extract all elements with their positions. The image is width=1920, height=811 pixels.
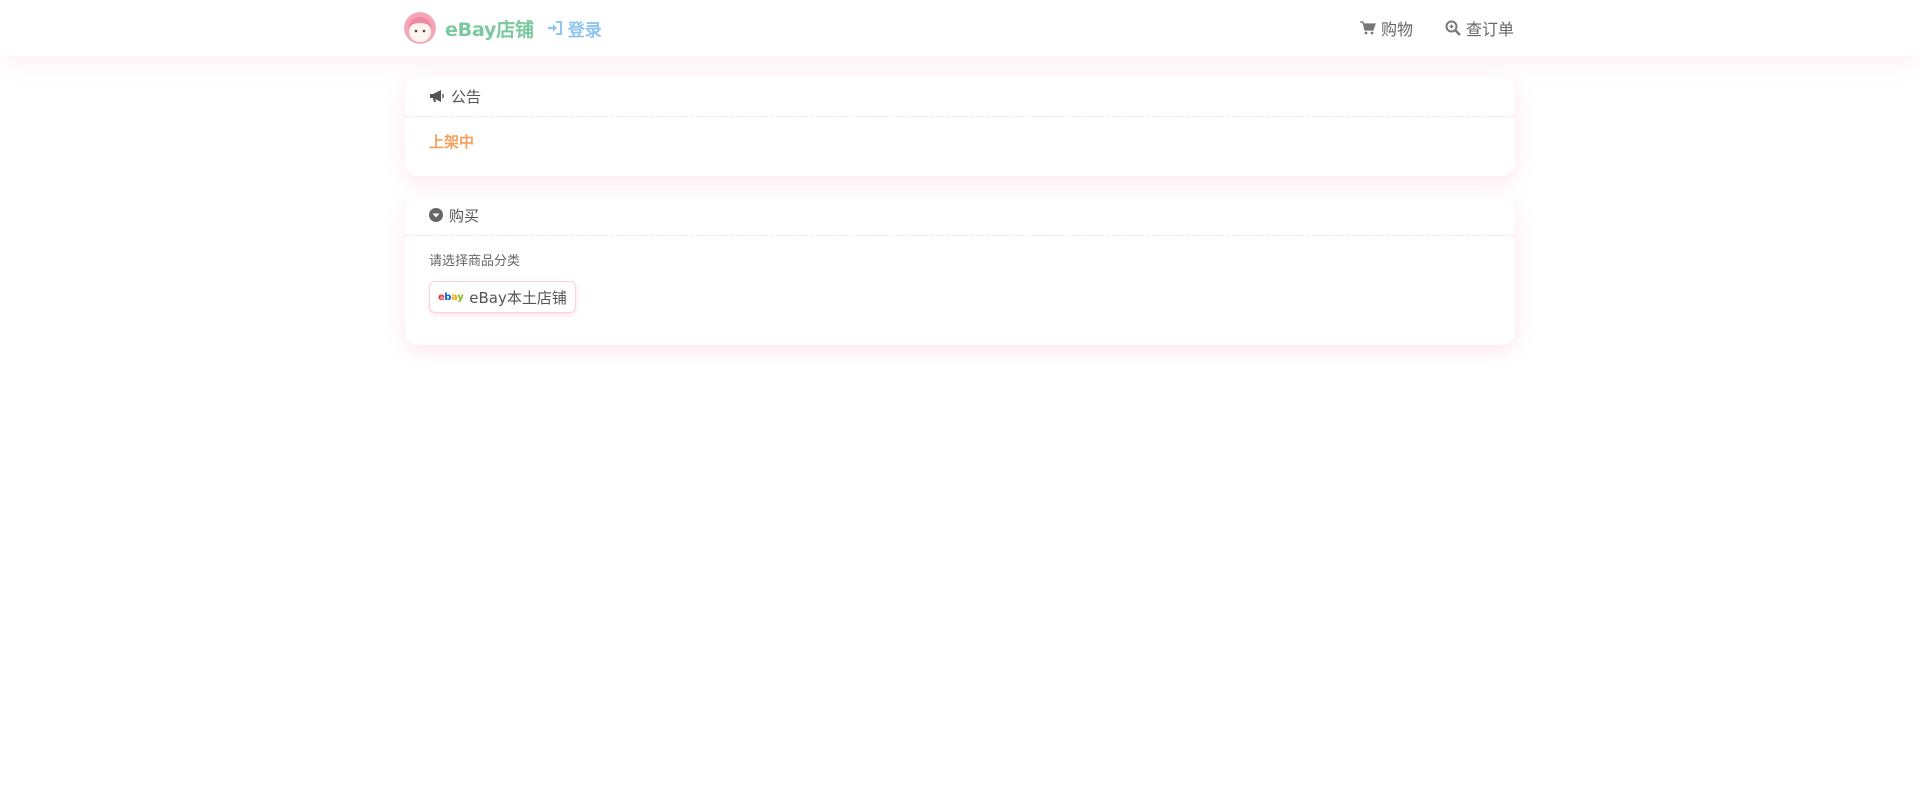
- login-link[interactable]: 登录: [547, 16, 602, 41]
- nav-check-order[interactable]: 查订单: [1445, 16, 1514, 40]
- avatar-logo-icon[interactable]: [404, 12, 436, 44]
- announcement-body: 上架中: [405, 117, 1515, 152]
- purchase-card: 购买 请选择商品分类 ebay eBay本土店铺: [405, 195, 1515, 345]
- search-icon: [1445, 20, 1461, 36]
- login-label: 登录: [567, 20, 602, 41]
- purchase-header: 购买: [405, 195, 1515, 236]
- brand-name[interactable]: eBay店铺: [445, 15, 534, 42]
- purchase-title: 购买: [449, 206, 480, 225]
- top-navbar: eBay店铺 登录 购物 查订单: [0, 0, 1920, 56]
- category-select-label: 请选择商品分类: [429, 254, 521, 269]
- nav-shopping[interactable]: 购物: [1359, 16, 1413, 40]
- chevron-down-circle-icon: [429, 208, 443, 222]
- purchase-body: 请选择商品分类 ebay eBay本土店铺: [405, 236, 1515, 313]
- cart-icon: [1359, 21, 1376, 35]
- nav-check-order-label: 查订单: [1465, 20, 1514, 39]
- announcement-card: 公告 上架中: [405, 76, 1515, 176]
- category-button-ebay[interactable]: ebay eBay本土店铺: [429, 281, 576, 313]
- category-label: eBay本土店铺: [469, 288, 567, 307]
- announcement-title: 公告: [451, 87, 482, 106]
- nav-shopping-label: 购物: [1380, 20, 1413, 39]
- announcement-header: 公告: [405, 76, 1515, 117]
- megaphone-icon: [430, 90, 444, 102]
- announcement-text: 上架中: [429, 133, 475, 151]
- ebay-logo-icon: ebay: [438, 291, 464, 303]
- nav-right: 购物 查订单: [1328, 16, 1514, 40]
- sign-in-icon: [547, 21, 562, 35]
- brand: eBay店铺 登录: [404, 12, 602, 44]
